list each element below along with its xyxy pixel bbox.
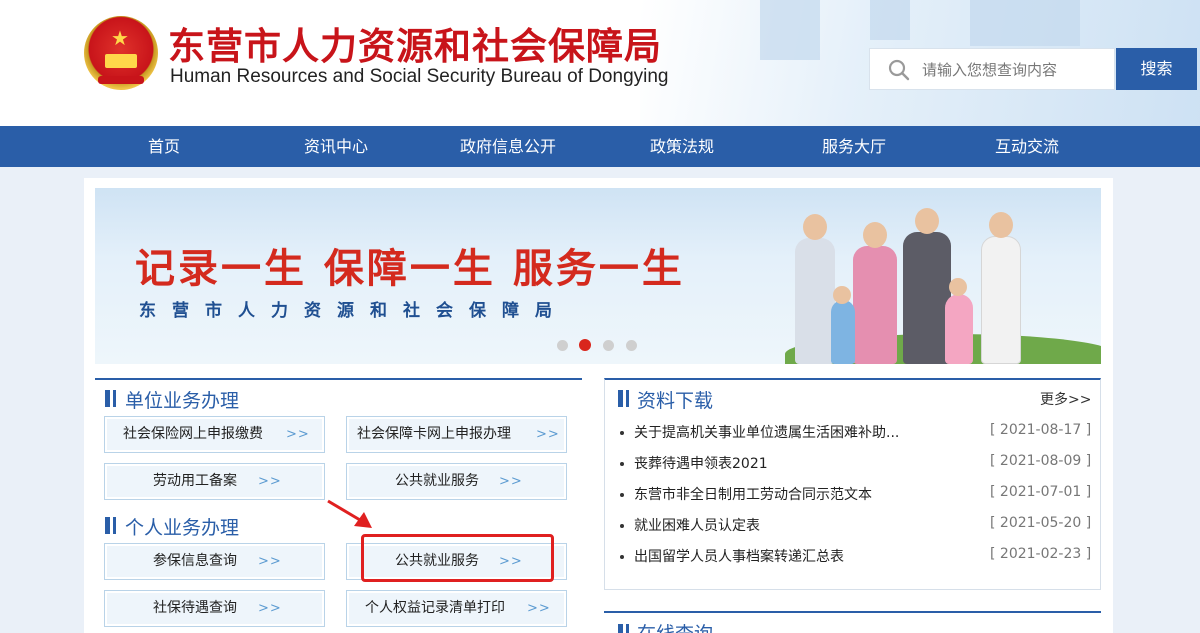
carousel-dot-active[interactable] <box>579 339 591 351</box>
download-item[interactable]: 东营市非全日制用工劳动合同示范文本 [ 2021-07-01 ] <box>620 484 1092 506</box>
download-date: [ 2021-05-20 ] <box>990 515 1092 531</box>
download-title[interactable]: 东营市非全日制用工劳动合同示范文本 <box>634 484 914 504</box>
unit-services-title: 单位业务办理 <box>125 390 240 412</box>
skyline-shape <box>870 0 910 40</box>
download-title[interactable]: 就业困难人员认定表 <box>634 515 914 535</box>
section-marker <box>618 390 623 407</box>
site-title-english[interactable]: Human Resources and Social Security Bure… <box>170 66 669 88</box>
double-arrow-icon: >> <box>258 474 282 489</box>
download-item[interactable]: 丧葬待遇申领表2021 [ 2021-08-09 ] <box>620 453 1092 475</box>
download-item[interactable]: 出国留学人员人事档案转递汇总表 [ 2021-02-23 ] <box>620 546 1092 568</box>
download-date: [ 2021-08-17 ] <box>990 422 1092 438</box>
skyline-shape <box>760 0 820 60</box>
nav-item-home[interactable]: 首页 <box>84 126 244 167</box>
nav-item-policy[interactable]: 政策法规 <box>602 126 762 167</box>
download-title[interactable]: 出国留学人员人事档案转递汇总表 <box>634 546 914 566</box>
download-item[interactable]: 就业困难人员认定表 [ 2021-05-20 ] <box>620 515 1092 537</box>
search-button[interactable]: 搜索 <box>1116 48 1197 90</box>
button-label: 社保待遇查询 <box>153 600 237 616</box>
section-marker <box>105 517 110 534</box>
bullet-icon <box>620 493 624 497</box>
button-label: 公共就业服务 <box>395 473 479 489</box>
button-label: 参保信息查询 <box>153 553 237 569</box>
skyline-shape <box>970 0 1080 46</box>
bullet-icon <box>620 555 624 559</box>
double-arrow-icon: >> <box>499 474 523 489</box>
btn-public-employment-unit[interactable]: 公共就业服务 >> <box>346 463 567 500</box>
banner-slogan: 记录一生 保障一生 服务一生 <box>135 246 685 292</box>
download-date: [ 2021-07-01 ] <box>990 484 1092 500</box>
nav-item-gov-info[interactable]: 政府信息公开 <box>428 126 588 167</box>
national-emblem-icon[interactable]: ★ <box>84 16 158 90</box>
nav-item-interaction[interactable]: 互动交流 <box>947 126 1107 167</box>
double-arrow-icon: >> <box>527 601 551 616</box>
search-icon <box>888 59 910 81</box>
double-arrow-icon: >> <box>258 554 282 569</box>
carousel-dot[interactable] <box>557 340 568 351</box>
section-marker <box>626 390 629 407</box>
btn-insurance-info-query[interactable]: 参保信息查询 >> <box>104 543 325 580</box>
button-label: 个人权益记录清单打印 <box>365 600 505 616</box>
bullet-icon <box>620 462 624 466</box>
section-marker <box>105 390 110 407</box>
button-label: 劳动用工备案 <box>153 473 237 489</box>
download-item[interactable]: 关于提高机关事业单位遗属生活困难补助... [ 2021-08-17 ] <box>620 422 1092 444</box>
section-marker <box>626 624 629 633</box>
double-arrow-icon: >> <box>536 427 560 442</box>
online-query-title: 在线查询 <box>637 619 713 633</box>
search-input[interactable] <box>922 57 1108 83</box>
double-arrow-icon: >> <box>258 601 282 616</box>
banner-subtitle: 东营市人力资源和社会保障局 <box>139 301 568 321</box>
section-marker <box>113 517 116 534</box>
btn-social-security-benefits-query[interactable]: 社保待遇查询 >> <box>104 590 325 627</box>
search-box <box>869 48 1115 90</box>
site-title-chinese[interactable]: 东营市人力资源和社会保障局 <box>168 16 662 70</box>
double-arrow-icon: >> <box>286 427 310 442</box>
carousel-dot[interactable] <box>603 340 614 351</box>
highlight-box <box>361 534 554 582</box>
btn-personal-rights-record-print[interactable]: 个人权益记录清单打印 >> <box>346 590 567 627</box>
btn-social-security-card[interactable]: 社会保障卡网上申报办理 >> <box>346 416 567 453</box>
nav-item-news[interactable]: 资讯中心 <box>256 126 416 167</box>
section-marker <box>113 390 116 407</box>
main-nav: 首页 资讯中心 政府信息公开 政策法规 服务大厅 互动交流 <box>0 126 1200 167</box>
button-label: 社会保险网上申报缴费 <box>123 426 263 442</box>
button-label: 社会保障卡网上申报办理 <box>357 426 511 442</box>
section-marker <box>618 624 623 633</box>
download-title[interactable]: 丧葬待遇申领表2021 <box>634 453 914 473</box>
personal-services-title: 个人业务办理 <box>125 517 240 539</box>
downloads-more-link[interactable]: 更多>> <box>1040 389 1091 409</box>
bullet-icon <box>620 524 624 528</box>
carousel-dot[interactable] <box>626 340 637 351</box>
nav-item-service-hall[interactable]: 服务大厅 <box>774 126 934 167</box>
family-illustration <box>785 208 1085 364</box>
download-title[interactable]: 关于提高机关事业单位遗属生活困难补助... <box>634 422 914 442</box>
annotation-arrow-icon <box>327 499 372 528</box>
download-date: [ 2021-08-09 ] <box>990 453 1092 469</box>
bullet-icon <box>620 431 624 435</box>
download-date: [ 2021-02-23 ] <box>990 546 1092 562</box>
downloads-title: 资料下载 <box>637 390 714 412</box>
banner-carousel[interactable]: 记录一生 保障一生 服务一生 东营市人力资源和社会保障局 <box>95 188 1101 364</box>
btn-social-insurance-online[interactable]: 社会保险网上申报缴费 >> <box>104 416 325 453</box>
btn-labor-employment-filing[interactable]: 劳动用工备案 >> <box>104 463 325 500</box>
